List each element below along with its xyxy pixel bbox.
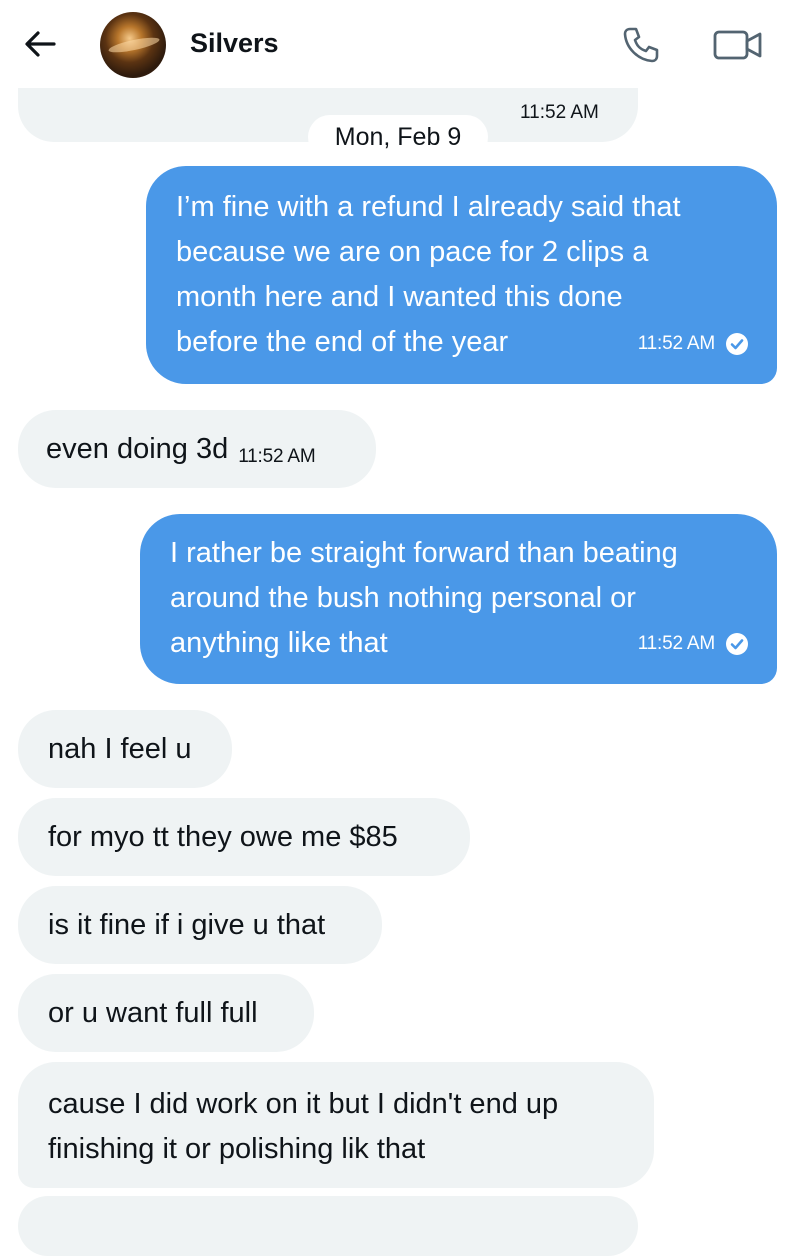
- message-line: I rather be straight forward than beatin…: [170, 537, 678, 569]
- message-timestamp: 11:52 AM: [238, 446, 316, 467]
- incoming-message[interactable]: [18, 1196, 638, 1256]
- message-text: for myo tt they owe me $85: [48, 821, 398, 853]
- message-line: around the bush nothing personal or: [170, 582, 636, 614]
- incoming-message[interactable]: cause I did work on it but I didn't end …: [18, 1062, 654, 1188]
- video-call-icon[interactable]: [712, 26, 764, 64]
- incoming-message[interactable]: is it fine if i give u that: [18, 886, 382, 964]
- incoming-message[interactable]: even doing 3d 11:52 AM: [18, 410, 376, 488]
- incoming-message[interactable]: nah I feel u: [18, 710, 232, 788]
- read-check-icon: [726, 332, 748, 355]
- outgoing-message[interactable]: I rather be straight forward than beatin…: [140, 514, 777, 684]
- contact-avatar[interactable]: [100, 12, 166, 78]
- message-text: nah I feel u: [48, 733, 192, 765]
- incoming-message[interactable]: or u want full full: [18, 974, 314, 1052]
- outgoing-message[interactable]: I’m fine with a refund I already said th…: [146, 166, 777, 384]
- message-meta: 11:52 AM: [638, 321, 749, 366]
- message-line: finishing it or polishing lik that: [48, 1133, 426, 1165]
- contact-name[interactable]: Silvers: [190, 28, 279, 59]
- message-meta: 11:52 AM: [638, 621, 749, 666]
- message-timestamp: 11:52 AM: [520, 102, 599, 123]
- date-separator: Mon, Feb 9: [308, 115, 488, 159]
- message-text: is it fine if i give u that: [48, 909, 326, 941]
- read-check-icon: [726, 632, 748, 655]
- message-text: or u want full full: [48, 997, 258, 1029]
- conversation-header: Silvers: [0, 0, 795, 88]
- message-line: cause I did work on it but I didn't end …: [48, 1088, 559, 1120]
- back-arrow-icon[interactable]: [22, 26, 58, 62]
- message-text: even doing 3d: [46, 433, 229, 465]
- message-line: because we are on pace for 2 clips a: [176, 236, 649, 268]
- phone-icon[interactable]: [620, 24, 662, 66]
- message-line: I’m fine with a refund I already said th…: [176, 191, 681, 223]
- message-timestamp: 11:52 AM: [637, 633, 715, 654]
- message-line: month here and I wanted this done: [176, 281, 623, 313]
- message-timestamp: 11:52 AM: [637, 333, 715, 354]
- incoming-message[interactable]: for myo tt they owe me $85: [18, 798, 470, 876]
